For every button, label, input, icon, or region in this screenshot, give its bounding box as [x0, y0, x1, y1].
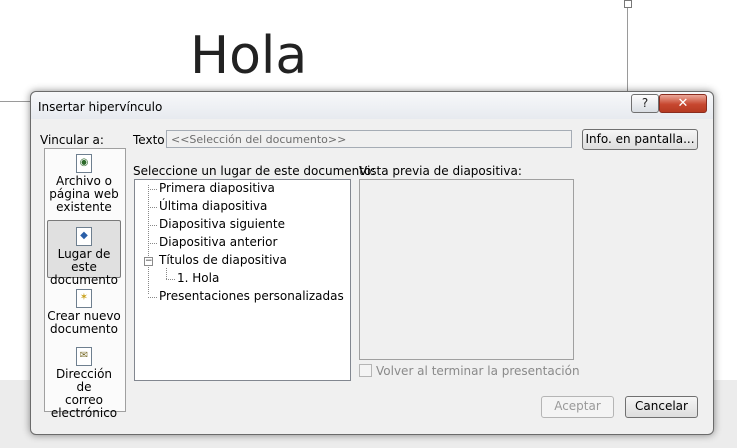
sidebar-item-label: Crear nuevo documento — [47, 309, 121, 336]
selection-guide-line — [627, 4, 628, 96]
close-icon: ✕ — [677, 96, 689, 111]
sidebar-item-label: Dirección de correo electrónico — [50, 367, 118, 420]
collapse-icon[interactable]: − — [144, 257, 153, 266]
link-to-sidebar: ◉ Archivo o página web existente ◆ Lugar… — [44, 148, 126, 420]
tree-item[interactable]: Títulos de diapositiva — [159, 253, 287, 267]
slide-title[interactable]: Hola — [190, 30, 307, 82]
sidebar-item-create-new[interactable]: ✶ Crear nuevo documento — [47, 289, 121, 337]
tree-item[interactable]: Diapositiva anterior — [159, 235, 277, 249]
link-to-label: Vincular a: — [40, 133, 104, 147]
sidebar-item-label: Archivo o página web existente — [49, 174, 119, 214]
tree-connector — [166, 279, 175, 280]
resize-handle[interactable] — [624, 0, 632, 8]
tree-item[interactable]: Última diapositiva — [159, 199, 267, 213]
tree-connector — [148, 189, 157, 190]
tree-item[interactable]: 1. Hola — [177, 271, 219, 285]
new-document-icon: ✶ — [76, 289, 92, 308]
tree-connector — [148, 225, 157, 226]
place-label: Seleccione un lugar de este documento: — [133, 164, 376, 178]
file-web-icon: ◉ — [76, 154, 92, 173]
tree-item[interactable]: Presentaciones personalizadas — [159, 289, 344, 303]
selection-guide-line — [0, 101, 30, 102]
help-icon: ? — [641, 96, 649, 110]
insert-hyperlink-dialog: Insertar hipervínculo ? ✕ Vincular a: ◉ … — [30, 91, 714, 435]
email-icon: ✉ — [76, 347, 92, 366]
ok-button[interactable]: Aceptar — [541, 396, 614, 418]
sidebar-item-label: Lugar de este documento — [50, 247, 118, 287]
document-place-icon: ◆ — [76, 227, 92, 246]
close-button[interactable]: ✕ — [659, 94, 707, 113]
sidebar-item-existing-file[interactable]: ◉ Archivo o página web existente — [47, 154, 121, 214]
tree-connector — [166, 268, 167, 279]
return-after-show-label: Volver al terminar la presentación — [376, 364, 580, 378]
slide-preview-pane — [359, 179, 574, 360]
sidebar-item-place-in-document[interactable]: ◆ Lugar de este documento — [47, 220, 121, 287]
help-button[interactable]: ? — [631, 94, 659, 113]
display-text-field[interactable]: <<Selección del documento>> — [166, 130, 572, 148]
tree-connector — [148, 207, 157, 208]
sidebar-item-email[interactable]: ✉ Dirección de correo electrónico — [47, 347, 121, 420]
tree-connector — [148, 185, 149, 294]
text-label: Texto: — [133, 133, 169, 147]
tree-item[interactable]: Primera diapositiva — [159, 181, 275, 195]
dialog-titlebar[interactable]: Insertar hipervínculo ? ✕ — [31, 92, 713, 119]
return-after-show-checkbox[interactable] — [359, 364, 372, 377]
tree-connector — [148, 297, 157, 298]
tree-item[interactable]: Diapositiva siguiente — [159, 217, 285, 231]
preview-label: Vista previa de diapositiva: — [359, 164, 522, 178]
screentip-button[interactable]: Info. en pantalla... — [582, 129, 698, 150]
cancel-button[interactable]: Cancelar — [625, 396, 698, 418]
dialog-title: Insertar hipervínculo — [38, 100, 163, 114]
document-places-tree[interactable]: − Primera diapositiva Última diapositiva… — [134, 179, 351, 381]
tree-connector — [148, 243, 157, 244]
